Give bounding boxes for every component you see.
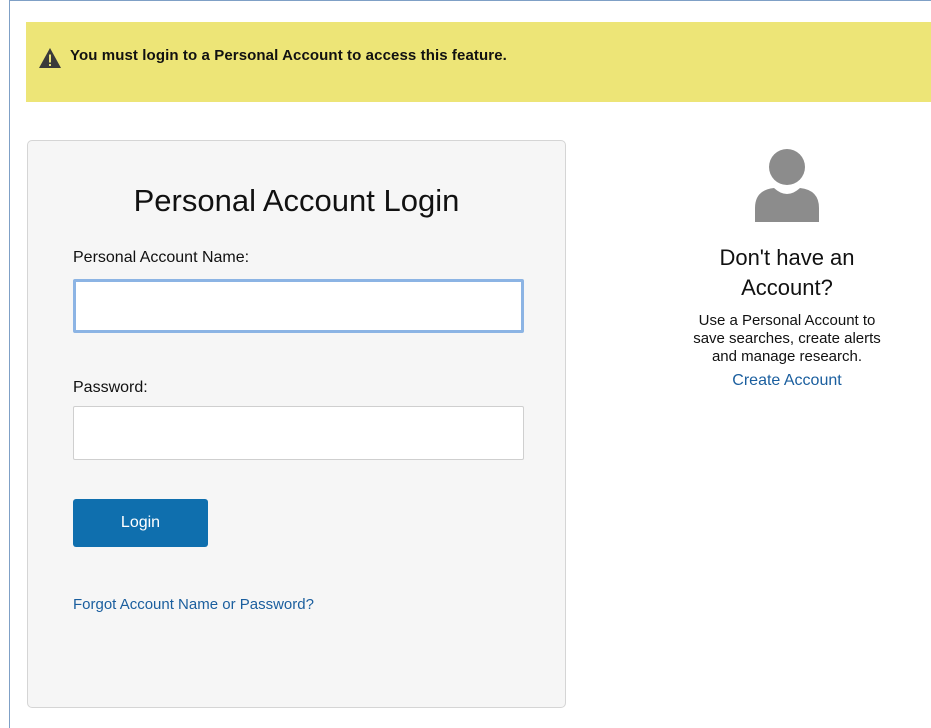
signup-description: Use a Personal Account to save searches,… (652, 312, 922, 366)
create-account-link[interactable]: Create Account (732, 372, 841, 390)
login-title: Personal Account Login (133, 183, 460, 218)
forgot-account-link[interactable]: Forgot Account Name or Password? (73, 596, 314, 613)
signup-text-line1: Use a Personal Account to (698, 312, 876, 329)
signup-title: Don't have an Account? (637, 243, 931, 303)
password-input[interactable] (73, 406, 524, 460)
account-name-label: Personal Account Name: (73, 249, 250, 266)
login-button[interactable]: Login (73, 499, 208, 547)
signup-title-line2: Account? (741, 275, 833, 300)
account-name-input[interactable] (73, 279, 524, 333)
create-account-panel: Don't have an Account? Use a Personal Ac… (637, 148, 931, 390)
warning-triangle-icon (39, 48, 61, 68)
password-label: Password: (73, 379, 148, 396)
user-avatar-icon (755, 149, 819, 222)
signup-text-line3: and manage research. (711, 348, 863, 365)
signup-title-line1: Don't have an (719, 245, 855, 270)
alert-message: You must login to a Personal Account to … (70, 47, 507, 64)
login-panel: Personal Account Login Personal Account … (27, 140, 566, 708)
signup-text-line2: save searches, create alerts (693, 330, 881, 347)
alert-banner: You must login to a Personal Account to … (26, 22, 931, 102)
